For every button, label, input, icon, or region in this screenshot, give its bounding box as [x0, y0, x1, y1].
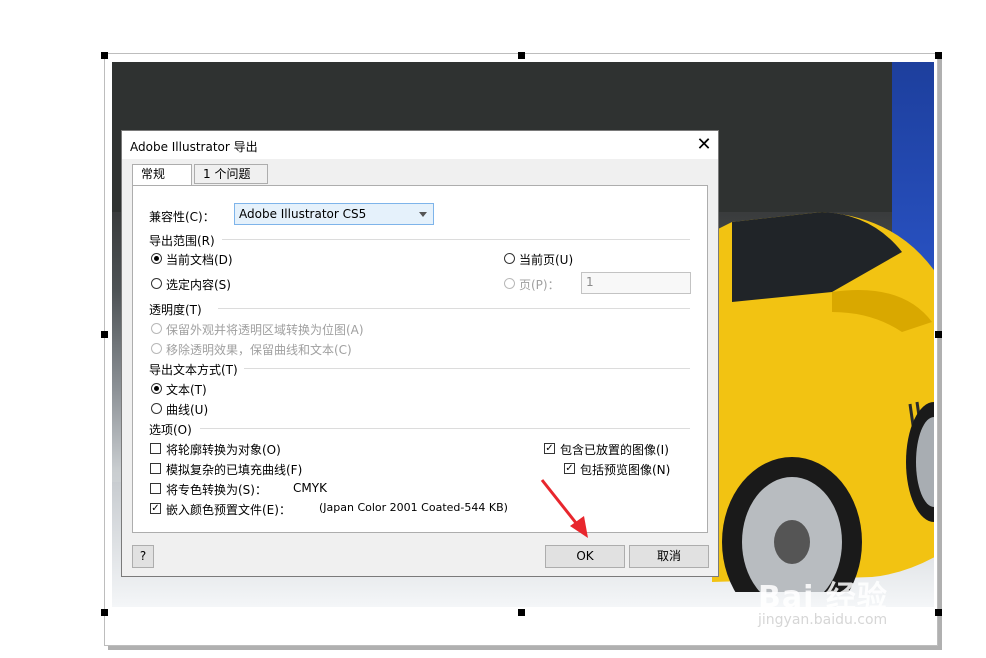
section-divider: [222, 239, 690, 240]
compat-value: Adobe Illustrator CS5: [239, 207, 367, 221]
tab-issues[interactable]: 1 个问题: [194, 164, 268, 184]
remove-transparency-label: 移除透明效果，保留曲线和文本(C): [166, 343, 352, 357]
spot-convert-value: CMYK: [293, 481, 327, 495]
options-header: 选项(O): [149, 423, 192, 437]
selection-label: 选定内容(S): [166, 278, 231, 292]
tab-general[interactable]: 常规: [132, 164, 192, 186]
selection-handle[interactable]: [935, 331, 942, 338]
pages-input[interactable]: 1: [581, 272, 691, 294]
checkbox-embed-profile[interactable]: ✓: [150, 503, 161, 514]
current-doc-label: 当前文档(D): [166, 253, 233, 267]
baidu-watermark-url: jingyan.baidu.com: [758, 612, 888, 628]
pages-label: 页(P)：: [519, 278, 560, 292]
compat-label: 兼容性(C)：: [149, 210, 215, 224]
baidu-watermark-logo: Bai 经验: [758, 580, 888, 615]
selection-handle[interactable]: [101, 609, 108, 616]
radio-export-as-text[interactable]: [151, 383, 162, 394]
radio-export-as-curves[interactable]: [151, 403, 162, 414]
section-divider: [244, 368, 690, 369]
selection-handle[interactable]: [101, 52, 108, 59]
transparency-header: 透明度(T): [149, 303, 202, 317]
cancel-button[interactable]: 取消: [629, 545, 709, 568]
preserve-appearance-label: 保留外观并将透明区域转换为位图(A): [166, 323, 364, 337]
radio-pages[interactable]: [504, 278, 515, 289]
radio-selection[interactable]: [151, 278, 162, 289]
checkbox-include-preview[interactable]: ✓: [564, 463, 575, 474]
selection-handle[interactable]: [935, 52, 942, 59]
ok-button[interactable]: OK: [545, 545, 625, 568]
export-range-header: 导出范围(R): [149, 234, 215, 248]
embed-profile-label: 嵌入颜色预置文件(E)：: [166, 503, 291, 517]
close-icon[interactable]: ✕: [692, 133, 716, 157]
export-as-curves-label: 曲线(U): [166, 403, 209, 417]
checkbox-outline-to-object[interactable]: [150, 443, 161, 454]
red-arrow-annotation: [540, 479, 588, 538]
selection-handle[interactable]: [101, 331, 108, 338]
chevron-down-icon: [419, 212, 427, 217]
spot-convert-label: 将专色转换为(S)：: [166, 483, 267, 497]
selection-handle[interactable]: [518, 52, 525, 59]
export-dialog: Adobe Illustrator 导出 ✕ 常规 1 个问题 兼容性(C)： …: [121, 130, 719, 577]
dialog-titlebar[interactable]: Adobe Illustrator 导出 ✕: [122, 131, 718, 159]
embed-profile-value: (Japan Color 2001 Coated-544 KB): [319, 501, 508, 514]
help-button[interactable]: ?: [132, 545, 154, 568]
outline-to-object-label: 将轮廓转换为对象(O): [166, 443, 281, 457]
current-page-label: 当前页(U): [519, 253, 574, 267]
simulate-fills-label: 模拟复杂的已填充曲线(F): [166, 463, 303, 477]
radio-remove-transparency[interactable]: [151, 343, 162, 354]
radio-current-doc[interactable]: [151, 253, 162, 264]
export-as-text-label: 文本(T): [166, 383, 207, 397]
frame-shadow: [108, 646, 942, 650]
text-export-header: 导出文本方式(T): [149, 363, 238, 377]
selection-handle[interactable]: [518, 609, 525, 616]
checkbox-simulate-fills[interactable]: [150, 463, 161, 474]
dialog-title: Adobe Illustrator 导出: [130, 140, 258, 154]
radio-preserve-appearance[interactable]: [151, 323, 162, 334]
section-divider: [218, 308, 690, 309]
frame-shadow: [938, 56, 942, 648]
include-placed-label: 包含已放置的图像(I): [560, 443, 669, 457]
section-divider: [200, 428, 690, 429]
checkbox-spot-convert[interactable]: [150, 483, 161, 494]
compat-select[interactable]: Adobe Illustrator CS5: [234, 203, 434, 225]
selection-handle[interactable]: [935, 609, 942, 616]
radio-current-page[interactable]: [504, 253, 515, 264]
checkbox-include-placed[interactable]: ✓: [544, 443, 555, 454]
